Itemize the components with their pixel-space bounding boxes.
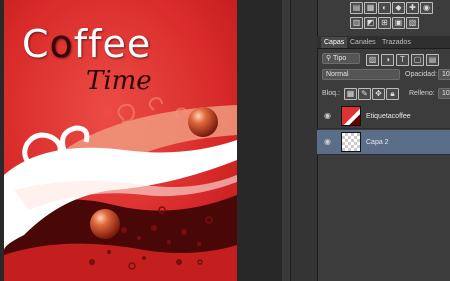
fill-label: Relleno: [409,90,435,97]
search-icon: ⚲ [326,55,332,62]
poster-subtitle: Time [86,66,152,96]
swatch-icon[interactable]: ✚ [406,2,419,14]
layer-row-etiquetacoffee[interactable]: ◉ Etiquetacoffee [317,104,450,129]
document-canvas[interactable]: Coffee Time [4,0,237,281]
fill-field[interactable]: 100 [438,88,450,99]
levels-icon[interactable]: ▥ [350,17,363,29]
lock-transparency-icon[interactable]: ▦ [344,88,357,100]
lock-all-icon[interactable]: 🔒︎ [386,88,399,100]
coffee-bean-letter: o [49,22,74,66]
exposure-icon[interactable]: ⊞ [378,17,391,29]
adjust-icon[interactable]: ◐ [378,2,391,14]
lock-label: Bloq.: [322,90,340,97]
layer-thumbnail-transparent [341,132,361,152]
layer-row-capa-2[interactable]: ◉ Capa 2 [317,130,450,155]
gradient-map-icon[interactable]: ▧ [406,17,419,29]
color-icon[interactable]: ◆ [392,2,405,14]
histogram-icon[interactable]: ▤ [350,2,363,14]
sphere-top [188,107,218,137]
opacity-field[interactable]: 100 [438,69,450,80]
sphere-bottom [90,209,120,239]
canvas-area: Coffee Time [0,0,290,281]
tab-paths[interactable]: Trazados [379,37,414,48]
vibrance-icon[interactable]: ▣ [392,17,405,29]
brush-preset-icon[interactable]: ◉ [420,2,433,14]
filter-adjustment-icon[interactable]: ◑ [381,54,394,66]
layers-panel-tabs: Capas Canales Trazados [317,36,450,49]
visibility-eye-icon[interactable]: ◉ [324,138,332,146]
layer-thumbnail [341,106,361,126]
lock-pixels-icon[interactable]: ✎ [358,88,371,100]
layer-name[interactable]: Capa 2 [366,138,389,147]
opacity-label: Opacidad: [405,71,437,78]
filter-pixel-icon[interactable]: ▨ [366,54,379,66]
canvas-scrollbar[interactable] [282,0,290,281]
curves-icon[interactable]: ◩ [364,17,377,29]
lock-position-icon[interactable]: ✥ [372,88,385,100]
tab-channels[interactable]: Canales [347,37,379,48]
collapsed-panel-dock [290,0,318,281]
filter-smart-object-icon[interactable]: ▤ [426,54,439,66]
styles-icon[interactable]: ▦ [364,2,377,14]
layer-name[interactable]: Etiquetacoffee [366,112,411,121]
layer-filter-dropdown[interactable]: ⚲ Tipo [322,53,360,64]
filter-type-icon[interactable]: T [396,54,409,66]
poster-title: Coffee [22,22,152,66]
tab-layers[interactable]: Capas [321,37,348,48]
filter-shape-icon[interactable]: ▢ [411,54,424,66]
visibility-eye-icon[interactable]: ◉ [324,112,332,120]
blend-mode-dropdown[interactable]: Normal [322,69,400,80]
layer-filter-value: Tipo [332,55,347,62]
